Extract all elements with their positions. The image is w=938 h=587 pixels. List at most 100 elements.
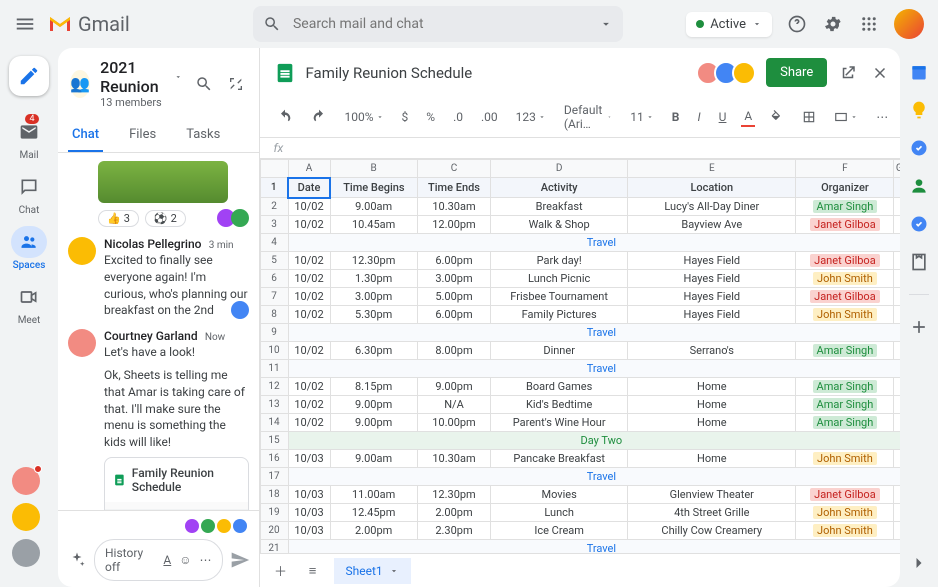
- message-text: Let's have a look!: [104, 344, 249, 361]
- apps-button[interactable]: [858, 13, 880, 35]
- chevron-down-icon[interactable]: [174, 71, 182, 83]
- ai-suggest-button[interactable]: [66, 549, 88, 571]
- bold-button[interactable]: B: [669, 108, 683, 126]
- merge-button[interactable]: [831, 108, 861, 126]
- main-menu-button[interactable]: [14, 13, 36, 35]
- status-chip[interactable]: Active: [686, 12, 772, 37]
- bubble-avatar[interactable]: [12, 467, 40, 495]
- message-author: Nicolas Pellegrino: [104, 237, 201, 251]
- space-avatar: 👥: [70, 70, 90, 98]
- dec-decrease-button[interactable]: .0: [450, 108, 466, 126]
- message-time: Now: [205, 332, 225, 343]
- image-attachment[interactable]: [98, 161, 228, 203]
- addon[interactable]: [909, 214, 929, 234]
- chat-pane: 👥 2021 Reunion 13 members Chat Files Tas…: [58, 48, 260, 587]
- addon[interactable]: [909, 252, 929, 272]
- underline-button[interactable]: U: [716, 108, 730, 126]
- collapse-button[interactable]: [225, 73, 247, 95]
- space-title: 2021 Reunion: [100, 58, 170, 96]
- bubble-avatar[interactable]: [12, 539, 40, 567]
- add-sheet-button[interactable]: ＋: [270, 560, 292, 582]
- chat-header: 👥 2021 Reunion 13 members: [58, 48, 259, 119]
- right-sidebar: [900, 48, 938, 587]
- tab-files[interactable]: Files: [125, 119, 160, 152]
- account-avatar[interactable]: [894, 9, 924, 39]
- search-options-button[interactable]: [599, 17, 613, 31]
- nav-spaces[interactable]: Spaces: [11, 222, 47, 275]
- nav-mail[interactable]: 4 Mail: [11, 112, 47, 165]
- format-button[interactable]: A: [163, 553, 171, 567]
- reaction-chip[interactable]: ⚽2: [145, 210, 186, 227]
- spreadsheet-grid[interactable]: ABCDEFG1DateTime BeginsTime EndsActivity…: [260, 159, 901, 553]
- nav-meet-label: Meet: [18, 315, 41, 326]
- zoom-select[interactable]: 100%: [342, 108, 387, 126]
- all-sheets-button[interactable]: ≡: [302, 560, 324, 582]
- card-title: Family Reunion Schedule: [132, 466, 240, 494]
- borders-button[interactable]: [799, 108, 819, 126]
- nav-chat-label: Chat: [19, 205, 40, 216]
- emoji-button[interactable]: ☺: [179, 553, 191, 567]
- sheet-tab-bar: ＋ ≡ Sheet1: [260, 553, 901, 587]
- send-button[interactable]: [229, 549, 251, 571]
- settings-button[interactable]: [822, 13, 844, 35]
- bottom-avatars: [12, 467, 40, 567]
- open-new-tab-button[interactable]: [837, 62, 859, 84]
- space-subtitle: 13 members: [100, 96, 182, 109]
- tab-chat[interactable]: Chat: [68, 119, 103, 152]
- tasks-addon[interactable]: [909, 138, 929, 158]
- undo-button[interactable]: [274, 107, 296, 127]
- chat-tabs: Chat Files Tasks: [58, 119, 259, 153]
- search-in-space-button[interactable]: [193, 73, 215, 95]
- get-addons-button[interactable]: [909, 317, 929, 337]
- share-button[interactable]: Share: [766, 58, 827, 87]
- italic-button[interactable]: I: [694, 108, 703, 126]
- sheet-header: Family Reunion Schedule Share: [260, 48, 901, 97]
- bubble-avatar[interactable]: [12, 503, 40, 531]
- sheet-tab[interactable]: Sheet1: [334, 558, 411, 584]
- more-button[interactable]: ⋯: [200, 553, 212, 567]
- search-input[interactable]: [293, 16, 587, 32]
- sheets-card[interactable]: Family Reunion Schedule 8 changes since …: [104, 457, 249, 510]
- sheets-icon: [274, 62, 296, 84]
- compose-button[interactable]: [9, 56, 49, 96]
- collaborator-avatars[interactable]: [702, 61, 756, 85]
- chat-footer: History off A ☺ ⋯: [58, 510, 259, 587]
- font-select[interactable]: Default (Ari…: [561, 101, 615, 133]
- fill-color-button[interactable]: [767, 108, 787, 126]
- app-name: Gmail: [78, 12, 130, 36]
- text-color-button[interactable]: A: [741, 107, 755, 127]
- contacts-addon[interactable]: [909, 176, 929, 196]
- dec-increase-button[interactable]: .00: [478, 108, 501, 126]
- message: Courtney Garland Now Let's have a look! …: [68, 329, 249, 510]
- message-input[interactable]: History off A ☺ ⋯: [94, 539, 223, 581]
- status-dot-icon: [696, 20, 704, 28]
- tab-tasks[interactable]: Tasks: [182, 119, 224, 152]
- hide-panel-button[interactable]: [909, 553, 929, 573]
- nav-spaces-label: Spaces: [13, 260, 46, 271]
- keep-addon[interactable]: [909, 100, 929, 120]
- search-box[interactable]: [253, 6, 623, 42]
- message: Nicolas Pellegrino 3 min Excited to fina…: [68, 237, 249, 319]
- more-toolbar-button[interactable]: ⋯: [873, 108, 891, 126]
- toolbar: 100% $ % .0 .00 123 Default (Ari… 11 B I…: [260, 97, 901, 138]
- search-icon: [263, 15, 281, 33]
- reaction-chip[interactable]: 👍3: [98, 210, 139, 227]
- topbar: Gmail Active: [0, 0, 938, 48]
- sheet-title: Family Reunion Schedule: [306, 64, 473, 82]
- support-button[interactable]: [786, 13, 808, 35]
- card-preview: [105, 502, 248, 510]
- percent-button[interactable]: %: [423, 108, 438, 126]
- redo-button[interactable]: [308, 107, 330, 127]
- status-label: Active: [710, 17, 746, 32]
- calendar-addon[interactable]: [909, 62, 929, 82]
- fontsize-select[interactable]: 11: [627, 108, 657, 126]
- formula-bar[interactable]: fx: [260, 138, 901, 159]
- reactions: 👍3 ⚽2: [98, 209, 249, 227]
- close-button[interactable]: [869, 62, 891, 84]
- currency-button[interactable]: $: [399, 108, 412, 126]
- message-time: 3 min: [209, 240, 234, 251]
- gmail-logo[interactable]: Gmail: [48, 12, 130, 36]
- format-select[interactable]: 123: [513, 108, 549, 126]
- nav-meet[interactable]: Meet: [11, 277, 47, 330]
- nav-chat[interactable]: Chat: [11, 167, 47, 220]
